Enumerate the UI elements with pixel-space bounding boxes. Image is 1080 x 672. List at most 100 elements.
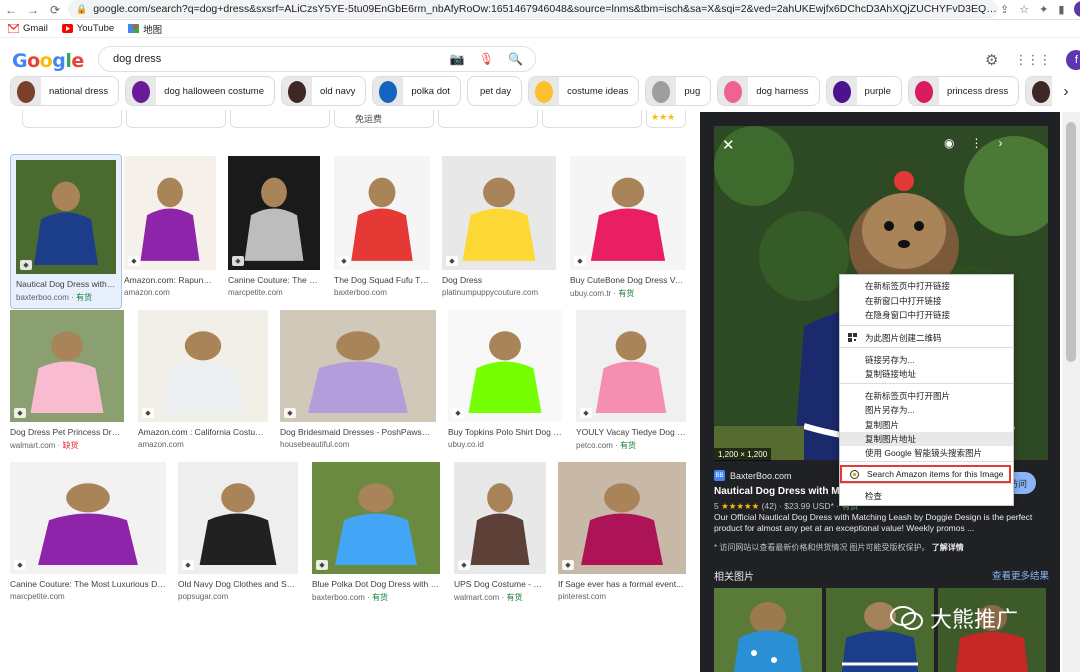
result-card[interactable]: ◆ Amazon.com : California Costume... amazo… — [138, 310, 268, 449]
result-image[interactable] — [448, 310, 562, 422]
chip-purple[interactable]: purple — [825, 76, 902, 106]
result-caption[interactable]: Nautical Dog Dress with ... — [16, 279, 116, 289]
filter-free-shipping[interactable]: 免运费 — [334, 110, 434, 128]
camera-icon[interactable]: 📷 — [450, 52, 465, 66]
result-image[interactable] — [576, 310, 686, 422]
result-image[interactable] — [280, 310, 436, 422]
result-card[interactable]: ◆ Blue Polka Dot Dog Dress with M... baxte… — [312, 462, 440, 603]
menu-item[interactable]: 在新窗口中打开链接 — [840, 294, 1013, 308]
chip-national-dress[interactable]: national dress — [10, 76, 120, 106]
menu-item[interactable]: 使用 Google 智能镜头搜索图片 — [840, 446, 1013, 460]
chip-pet-day[interactable]: pet day — [466, 76, 523, 106]
star-icon[interactable]: ☆ — [1019, 3, 1029, 16]
result-card[interactable]: ◆ Dog Bridesmaid Dresses - PoshPawsCom...… — [280, 310, 436, 449]
result-image[interactable] — [558, 462, 686, 574]
result-caption[interactable]: Canine Couture: The M... — [228, 275, 320, 285]
bookmark-gmail[interactable]: Gmail — [8, 23, 48, 34]
result-card[interactable]: ◆ The Dog Squad Fufu Tut... baxterboo.com — [334, 156, 430, 297]
filter-cell[interactable] — [438, 110, 538, 128]
result-card[interactable]: ◆ Amazon.com: Rapunze... amazon.com — [124, 156, 216, 297]
result-image[interactable] — [442, 156, 556, 270]
forward-icon[interactable]: → — [22, 0, 44, 20]
menu-item-search-amazon[interactable]: Search Amazon items for this Image — [840, 465, 1011, 483]
result-image[interactable] — [138, 310, 268, 422]
see-more-link[interactable]: 查看更多结果 — [992, 568, 1049, 582]
back-icon[interactable]: ← — [0, 0, 22, 20]
result-card[interactable]: ◆ Old Navy Dog Clothes and Swe... popsugar… — [178, 462, 298, 601]
result-caption[interactable]: Dog Dress Pet Princess Dres... — [10, 427, 124, 437]
menu-item[interactable]: 图片另存为... — [840, 403, 1013, 417]
chip-princess-dress[interactable]: princess dress — [907, 76, 1020, 106]
result-card[interactable]: ◆ Nautical Dog Dress with ... baxterboo.co… — [10, 154, 122, 309]
result-image[interactable] — [454, 462, 546, 574]
filter-cell[interactable] — [542, 110, 642, 128]
sidepanel-icon[interactable]: ▮ — [1058, 3, 1064, 16]
extensions-icon[interactable]: ✦ — [1039, 3, 1048, 16]
chip-polka-dot[interactable]: polka dot — [372, 76, 461, 106]
result-card[interactable]: ◆ Canine Couture: The M... marcpetite.com — [228, 156, 320, 297]
lens-icon[interactable]: ◉ — [944, 136, 954, 150]
result-caption[interactable]: Dog Bridesmaid Dresses - PoshPawsCom... — [280, 427, 436, 437]
result-caption[interactable]: UPS Dog Costume - Wa... — [454, 579, 546, 589]
avatar[interactable]: f — [1066, 50, 1080, 70]
chip-dog-halloween-costume[interactable]: dog halloween costume — [125, 76, 275, 106]
result-card[interactable]: ◆ Buy CuteBone Dog Dress Vale... ubuy.com.… — [570, 156, 686, 299]
result-caption[interactable]: Old Navy Dog Clothes and Swe... — [178, 579, 298, 589]
result-image[interactable] — [178, 462, 298, 574]
filter-cell[interactable] — [230, 110, 330, 128]
chip-costume-ideas[interactable]: costume ideas — [528, 76, 640, 106]
search-input[interactable]: dog dress — [113, 53, 450, 65]
result-image[interactable] — [16, 160, 116, 274]
result-caption[interactable]: Amazon.com: Rapunze... — [124, 275, 216, 285]
menu-item[interactable]: 链接另存为... — [840, 353, 1013, 367]
result-caption[interactable]: Blue Polka Dot Dog Dress with M... — [312, 579, 440, 589]
filter-cell[interactable] — [126, 110, 226, 128]
result-card[interactable]: ◆ Dog Dress platinumpuppycouture.com — [442, 156, 556, 297]
menu-item[interactable]: 为此图片创建二维码 — [840, 331, 1013, 345]
scrollbar-thumb[interactable] — [1066, 122, 1076, 362]
result-card[interactable]: ◆ Dog Dress Pet Princess Dres... walmart.c… — [10, 310, 124, 451]
share-icon[interactable]: ⇪ — [1000, 3, 1009, 16]
result-caption[interactable]: YOULY Vacay Tiedye Dog Dre... — [576, 427, 686, 437]
learn-more-link[interactable]: 了解详情 — [932, 543, 964, 552]
close-icon[interactable]: ✕ — [722, 136, 735, 154]
menu-item[interactable]: 复制图片地址 — [840, 432, 1013, 446]
result-card[interactable]: ◆ YOULY Vacay Tiedye Dog Dre... petco.com … — [576, 310, 686, 451]
apps-icon[interactable]: ⋮⋮⋮ — [1014, 52, 1051, 68]
related-image[interactable] — [714, 588, 822, 672]
result-card[interactable]: ◆ UPS Dog Costume - Wa... walmart.com · 有货 — [454, 462, 546, 603]
mic-icon[interactable]: 🎙 — [479, 52, 494, 66]
bookmark-youtube[interactable]: YouTube — [61, 23, 114, 34]
result-image[interactable] — [10, 462, 166, 574]
menu-item[interactable]: 在新标签页中打开图片 — [840, 389, 1013, 403]
result-caption[interactable]: The Dog Squad Fufu Tut... — [334, 275, 430, 285]
reload-icon[interactable]: ⟳ — [44, 0, 66, 20]
result-image[interactable] — [570, 156, 686, 270]
search-icon[interactable]: 🔍 — [508, 52, 523, 66]
menu-item[interactable]: 复制链接地址 — [840, 367, 1013, 381]
filter-rating[interactable]: ★★★ — [646, 110, 686, 128]
result-card[interactable]: ◆ If Sage ever has a formal event... pint… — [558, 462, 686, 601]
next-icon[interactable]: › — [998, 136, 1002, 150]
result-image[interactable] — [334, 156, 430, 270]
result-caption[interactable]: Buy CuteBone Dog Dress Vale... — [570, 275, 686, 285]
result-caption[interactable]: Buy Topkins Polo Shirt Dog Dr... — [448, 427, 562, 437]
result-image[interactable] — [10, 310, 124, 422]
result-image[interactable] — [312, 462, 440, 574]
search-box[interactable]: dog dress 📷 🎙 🔍 — [98, 46, 536, 72]
result-card[interactable]: ◆ Buy Topkins Polo Shirt Dog Dr... ubuy.co… — [448, 310, 562, 449]
menu-item[interactable]: 在隐身窗口中打开链接 — [840, 308, 1013, 322]
more-icon[interactable]: ⋮ — [970, 136, 982, 150]
result-image[interactable] — [228, 156, 320, 270]
source-site[interactable]: BB BaxterBoo.com — [714, 470, 792, 481]
result-caption[interactable]: Canine Couture: The Most Luxurious Dres.… — [10, 579, 166, 589]
result-caption[interactable]: If Sage ever has a formal event... — [558, 579, 686, 589]
chip-dog-harness[interactable]: dog harness — [717, 76, 820, 106]
menu-item[interactable]: 复制图片 — [840, 418, 1013, 432]
address-bar[interactable]: 🔒 google.com/search?q=dog+dress&sxsrf=AL… — [68, 0, 998, 18]
result-caption[interactable]: Amazon.com : California Costume... — [138, 427, 268, 437]
panel-scrollbar[interactable] — [1062, 112, 1080, 672]
menu-item[interactable]: 检查 — [840, 489, 1013, 503]
chip-pug[interactable]: pug — [645, 76, 712, 106]
bookmark-maps[interactable]: 地图 — [128, 22, 162, 36]
